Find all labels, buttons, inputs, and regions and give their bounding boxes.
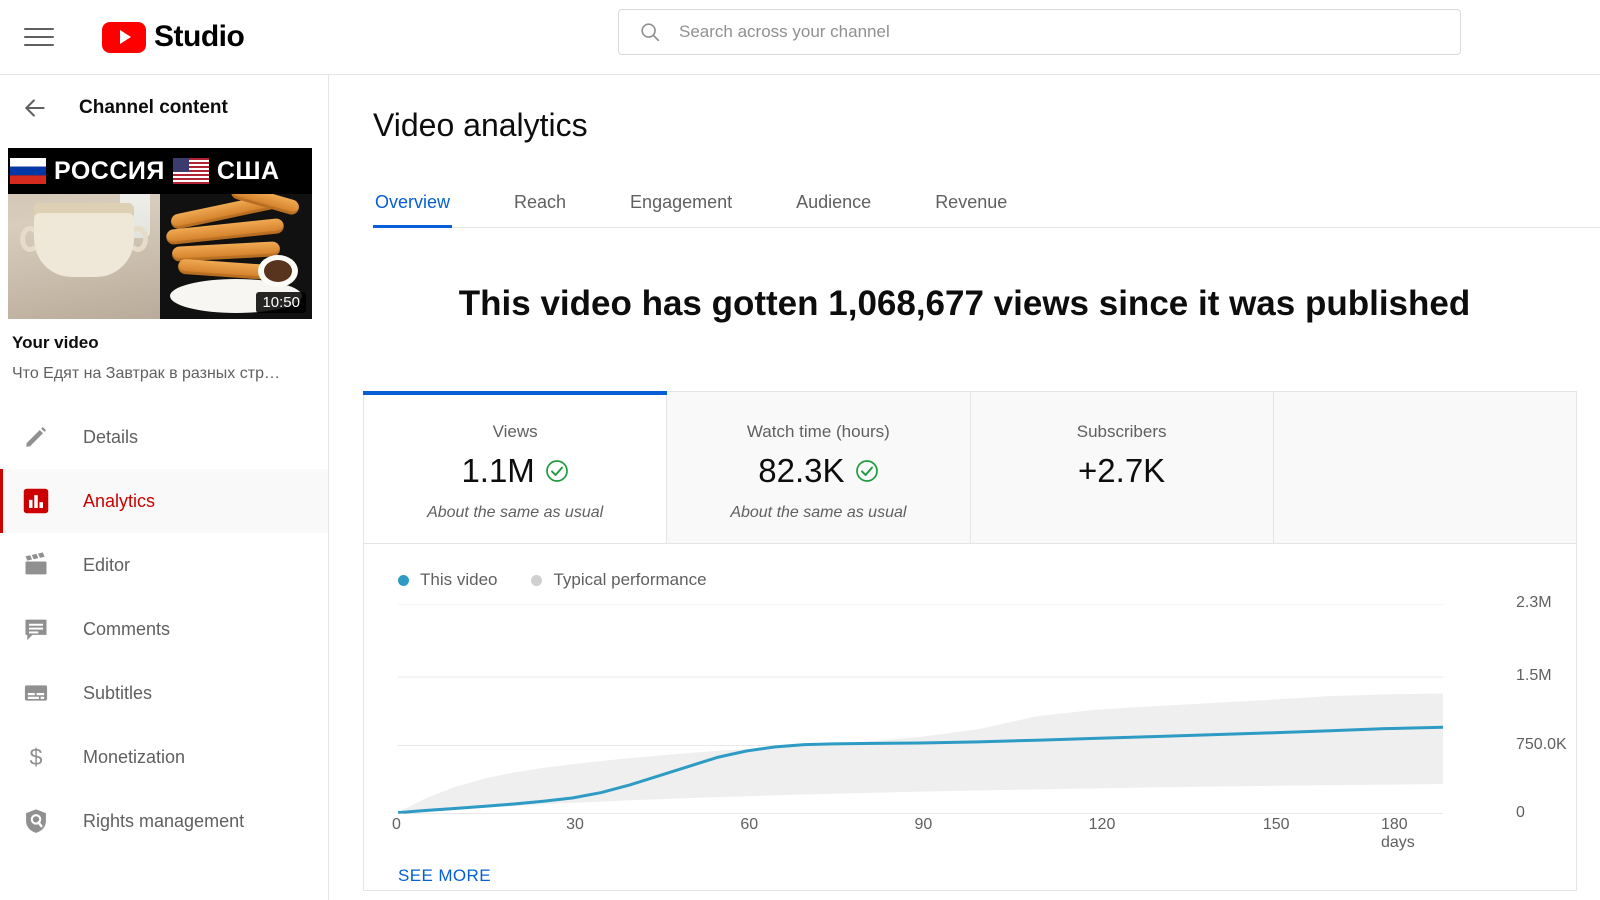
sidebar-item-comments[interactable]: Comments xyxy=(0,597,328,661)
y-tick-label: 750.0K xyxy=(1516,735,1567,753)
brand-label: Studio xyxy=(154,20,245,53)
main-content: Video analytics Overview Reach Engagemen… xyxy=(329,75,1600,900)
check-circle-icon xyxy=(855,460,878,482)
studio-brand[interactable]: Studio xyxy=(102,20,245,54)
sidebar-item-monetization[interactable]: $ Monetization xyxy=(0,725,328,789)
legend-dot-icon xyxy=(531,574,543,586)
sidebar-item-label: Rights management xyxy=(83,810,245,831)
y-tick-label: 2.3M xyxy=(1516,594,1552,611)
page-title: Video analytics xyxy=(373,107,588,143)
metric-value: 1.1M xyxy=(461,452,535,489)
thumbnail-banner: РОССИЯ США xyxy=(8,148,312,194)
video-meta: Your video Что Едят на Завтрак в разных … xyxy=(0,319,328,383)
metric-subtitle: About the same as usual xyxy=(427,504,604,521)
views-headline: This video has gotten 1,068,677 views si… xyxy=(458,284,1471,323)
legend-dot-icon xyxy=(398,574,409,586)
pencil-icon xyxy=(26,426,47,447)
chart-x-axis: 0 30 60 90 120 150 180 days xyxy=(392,814,1443,851)
arrow-left-icon xyxy=(25,99,45,117)
sidebar-item-rights-management[interactable]: Rights management xyxy=(0,789,328,853)
metric-tabs: Views 1.1M About the same as usual Watch… xyxy=(362,391,1576,544)
top-bar: Studio xyxy=(0,0,1600,75)
x-tick-label: 0 xyxy=(392,816,401,833)
sidebar-item-details[interactable]: Details xyxy=(0,405,328,469)
analytics-tabs: Overview Reach Engagement Audience Reven… xyxy=(373,176,1600,228)
back-to-channel-content[interactable]: Channel content xyxy=(0,75,328,141)
x-tick-label: 150 xyxy=(1262,816,1290,833)
bar-chart-icon xyxy=(23,488,49,514)
y-tick-label: 0 xyxy=(1516,804,1525,821)
search-bar[interactable] xyxy=(618,9,1461,55)
sidebar-item-label: Editor xyxy=(83,554,131,575)
overview-card: Views 1.1M About the same as usual Watch… xyxy=(362,391,1577,891)
russia-flag-icon xyxy=(10,158,46,184)
tab-audience[interactable]: Audience xyxy=(794,192,873,227)
legend-this-video[interactable]: This video xyxy=(398,570,497,590)
shield-icon xyxy=(26,809,46,833)
search-input[interactable] xyxy=(679,22,1419,42)
clapperboard-icon xyxy=(25,552,47,575)
tab-overview[interactable]: Overview xyxy=(373,192,453,228)
sidebar-nav: Details Analytics Editor Comments Subtit… xyxy=(0,405,328,853)
y-tick-label: 1.5M xyxy=(1516,667,1552,685)
sidebar-item-label: Monetization xyxy=(83,746,186,767)
x-tick-label: 120 xyxy=(1088,816,1116,833)
sidebar-item-analytics[interactable]: Analytics xyxy=(0,469,328,533)
sidebar-item-editor[interactable]: Editor xyxy=(0,533,328,597)
metric-value: 82.3K xyxy=(758,452,845,489)
see-more-link[interactable]: SEE MORE xyxy=(398,866,491,886)
svg-text:$: $ xyxy=(30,744,43,770)
x-tick-label: 60 xyxy=(740,816,759,833)
legend-label: Typical performance xyxy=(553,570,707,589)
sidebar-item-label: Comments xyxy=(83,618,171,639)
legend-label: This video xyxy=(420,570,498,589)
chart-y-axis: 2.3M 1.5M 750.0K 0 xyxy=(1426,594,1567,821)
your-video-label: Your video xyxy=(12,333,99,352)
views-chart[interactable]: 2.3M 1.5M 750.0K 0 xyxy=(364,594,1576,821)
banner-left-country: РОССИЯ xyxy=(54,156,165,185)
oatmeal-bowl xyxy=(34,203,134,277)
tab-reach[interactable]: Reach xyxy=(512,192,568,227)
youtube-play-icon xyxy=(102,21,146,53)
chart-canvas xyxy=(398,604,1443,814)
tab-engagement[interactable]: Engagement xyxy=(628,192,734,227)
usa-flag-icon xyxy=(172,158,209,184)
metric-card-views[interactable]: Views 1.1M About the same as usual xyxy=(362,391,668,543)
check-circle-icon xyxy=(545,460,568,482)
sidebar-item-label: Analytics xyxy=(83,490,156,511)
comment-icon xyxy=(25,619,47,641)
metric-label: Views xyxy=(492,422,538,441)
video-duration-badge: 10:50 xyxy=(256,292,306,313)
subtitles-icon xyxy=(24,685,48,701)
metric-card-empty[interactable] xyxy=(1273,392,1576,543)
chart-legend: This video Typical performance xyxy=(364,544,1576,590)
video-title: Что Едят на Завтрак в разных стр… xyxy=(12,365,280,382)
chocolate-dip xyxy=(258,255,298,287)
video-thumbnail[interactable]: РОССИЯ США 10:50 xyxy=(8,148,312,319)
metric-label: Watch time (hours) xyxy=(746,422,890,441)
metric-card-watch-time[interactable]: Watch time (hours) 82.3K About the same … xyxy=(667,392,971,543)
hamburger-icon[interactable] xyxy=(24,25,54,49)
legend-typical-performance[interactable]: Typical performance xyxy=(531,570,707,590)
metric-value: +2.7K xyxy=(1078,452,1166,489)
metric-subtitle: About the same as usual xyxy=(730,504,907,521)
back-label: Channel content xyxy=(79,97,228,118)
sidebar-item-label: Details xyxy=(83,426,139,447)
dollar-icon: $ xyxy=(30,744,43,770)
tab-revenue[interactable]: Revenue xyxy=(933,192,1009,227)
sidebar-item-label: Subtitles xyxy=(83,682,153,703)
search-icon xyxy=(641,23,660,42)
sidebar-item-subtitles[interactable]: Subtitles xyxy=(0,661,328,725)
metric-label: Subscribers xyxy=(1076,422,1167,441)
metric-card-subscribers[interactable]: Subscribers +2.7K xyxy=(970,392,1274,543)
x-tick-label: 180 days xyxy=(1381,816,1415,851)
x-tick-label: 30 xyxy=(566,816,584,833)
sidebar: Channel content РОССИЯ США 10:50 Your vi… xyxy=(0,75,329,900)
x-tick-label: 90 xyxy=(914,816,933,833)
banner-right-country: США xyxy=(216,156,280,185)
